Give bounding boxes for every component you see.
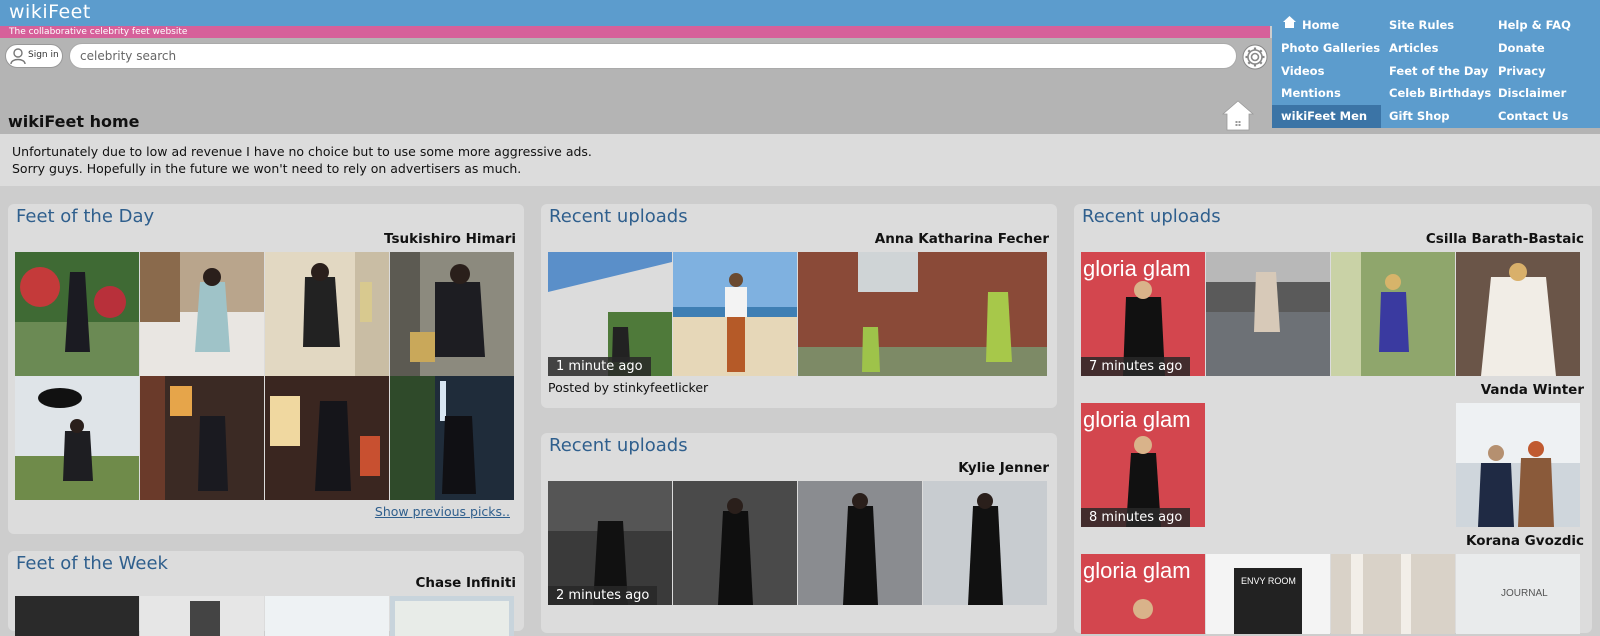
home-icon	[1283, 16, 1296, 28]
gloria-glam-logo: gloria glam	[1083, 407, 1191, 432]
celeb-name[interactable]: Korana Gvozdic	[1466, 533, 1584, 549]
panel-title: Feet of the Week	[16, 553, 168, 574]
photo-thumbnail[interactable]	[265, 252, 389, 376]
panel-title: Feet of the Day	[16, 206, 155, 227]
site-logo[interactable]: wikiFeet	[9, 1, 91, 23]
site-tagline: The collaborative celebrity feet website	[9, 27, 188, 37]
nav-photo-galleries[interactable]: Photo Galleries	[1281, 40, 1380, 56]
photo-thumbnail[interactable]	[390, 252, 514, 376]
nav-articles[interactable]: Articles	[1389, 40, 1438, 56]
posted-by-text: Posted by stinkyfeetlicker	[548, 380, 709, 395]
photo-thumbnail[interactable]	[140, 376, 264, 500]
upload-time-badge: 8 minutes ago	[1081, 508, 1191, 527]
ad-notice: Unfortunately due to low ad revenue I ha…	[0, 134, 1600, 186]
photo-thumbnail[interactable]: gloria glam 7 minutes ago	[1081, 252, 1205, 376]
recent-uploads-panel: Recent uploads Csilla Barath-Bastaic glo…	[1074, 204, 1592, 634]
photo-thumbnail[interactable]	[673, 481, 797, 605]
photo-thumbnail[interactable]	[1456, 403, 1580, 527]
nav-site-rules[interactable]: Site Rules	[1389, 17, 1454, 33]
notice-line-2: Sorry guys. Hopefully in the future we w…	[12, 161, 522, 176]
recent-uploads-panel: Recent uploads Anna Katharina Fecher 1 m…	[541, 204, 1057, 408]
celeb-name[interactable]: Kylie Jenner	[958, 460, 1049, 476]
photo-thumbnail[interactable]	[15, 596, 139, 636]
photo-thumbnail[interactable]: gloria glam	[1081, 554, 1205, 634]
journal-sign: JOURNAL	[1501, 588, 1548, 599]
photo-thumbnail[interactable]	[1331, 554, 1455, 634]
photo-thumbnail[interactable]: 2 minutes ago	[548, 481, 672, 605]
nav-mentions[interactable]: Mentions	[1281, 85, 1341, 101]
photo-thumbnail[interactable]	[15, 376, 139, 500]
photo-thumbnail[interactable]	[15, 252, 139, 376]
nav-feet-of-the-day[interactable]: Feet of the Day	[1389, 63, 1488, 79]
photo-thumbnail[interactable]	[265, 376, 389, 500]
photo-thumbnail[interactable]	[1331, 252, 1455, 376]
photo-thumbnail[interactable]: 1 minute ago	[548, 252, 672, 376]
photo-thumbnail[interactable]	[265, 596, 389, 636]
notice-line-1: Unfortunately due to low ad revenue I ha…	[12, 144, 592, 159]
nav-disclaimer[interactable]: Disclaimer	[1498, 85, 1566, 101]
show-previous-picks-link[interactable]: Show previous picks..	[375, 504, 510, 519]
sign-in-label: Sign in	[28, 50, 59, 60]
gloria-glam-logo: gloria glam	[1083, 558, 1191, 583]
upload-time-badge: 1 minute ago	[548, 357, 651, 376]
nav-help-faq[interactable]: Help & FAQ	[1498, 17, 1571, 33]
tagline-bar	[0, 26, 1270, 38]
celeb-name[interactable]: Vanda Winter	[1481, 382, 1584, 398]
nav-privacy[interactable]: Privacy	[1498, 63, 1546, 79]
panel-title: Recent uploads	[549, 435, 688, 456]
photo-thumbnail[interactable]: ENVY ROOM	[1206, 554, 1330, 634]
feet-of-the-week-panel: Feet of the Week Chase Infiniti	[8, 551, 524, 636]
user-icon	[10, 48, 26, 65]
photo-thumbnail[interactable]	[140, 596, 264, 636]
recent-uploads-panel: Recent uploads Kylie Jenner 2 minutes ag…	[541, 433, 1057, 633]
panel-title: Recent uploads	[549, 206, 688, 227]
celeb-name[interactable]: Csilla Barath-Bastaic	[1426, 231, 1584, 247]
photo-thumbnail[interactable]	[390, 376, 514, 500]
photo-thumbnail[interactable]	[140, 252, 264, 376]
photo-thumbnail[interactable]	[390, 596, 514, 636]
photo-thumbnail[interactable]	[673, 252, 797, 376]
page-title: wikiFeet home	[8, 112, 140, 131]
sign-in-button[interactable]: Sign in	[5, 44, 63, 68]
envy-room-sign: ENVY ROOM	[1241, 576, 1296, 586]
nav-donate[interactable]: Donate	[1498, 40, 1545, 56]
panel-title: Recent uploads	[1082, 206, 1221, 227]
photo-thumbnail[interactable]	[923, 481, 1047, 605]
photo-thumbnail[interactable]	[1206, 252, 1330, 376]
photo-thumbnail[interactable]	[798, 252, 1047, 376]
upload-time-badge: 2 minutes ago	[548, 586, 658, 605]
nav-celeb-birthdays[interactable]: Celeb Birthdays	[1389, 85, 1491, 101]
nav-wikifeet-men[interactable]: wikiFeet Men	[1281, 108, 1367, 124]
gloria-glam-logo: gloria glam	[1083, 256, 1191, 281]
celeb-name[interactable]: Chase Infiniti	[416, 575, 516, 591]
photo-thumbnail[interactable]	[798, 481, 922, 605]
photo-thumbnail[interactable]	[1456, 252, 1580, 376]
celeb-name[interactable]: Anna Katharina Fecher	[875, 231, 1049, 247]
settings-gear-icon[interactable]	[1242, 44, 1268, 70]
celeb-name[interactable]: Tsukishiro Himari	[384, 231, 516, 247]
photo-thumbnail[interactable]: JOURNAL	[1456, 554, 1580, 634]
feet-of-the-day-panel: Feet of the Day Tsukishiro Himari Show p…	[8, 204, 524, 534]
nav-home[interactable]: Home	[1302, 17, 1339, 33]
house-icon[interactable]	[1222, 99, 1254, 131]
photo-thumbnail[interactable]: gloria glam 8 minutes ago	[1081, 403, 1205, 527]
nav-contact-us[interactable]: Contact Us	[1498, 108, 1568, 124]
upload-time-badge: 7 minutes ago	[1081, 357, 1191, 376]
nav-videos[interactable]: Videos	[1281, 63, 1324, 79]
celebrity-search-input[interactable]	[69, 43, 1237, 69]
nav-gift-shop[interactable]: Gift Shop	[1389, 108, 1450, 124]
